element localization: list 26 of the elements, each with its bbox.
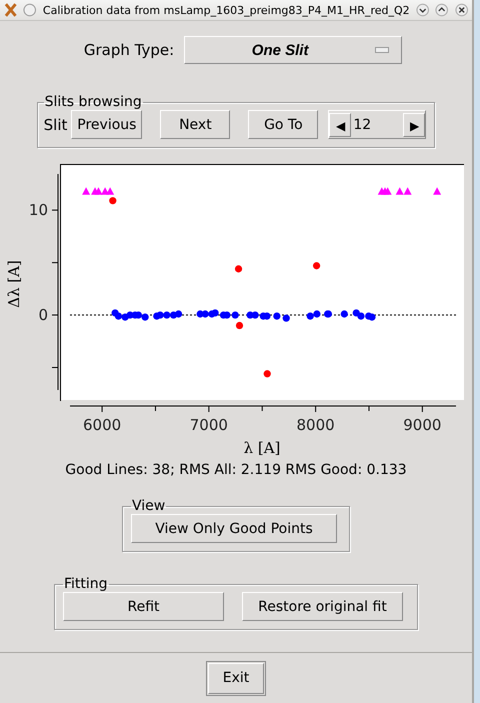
- y-tick-label: 10: [28, 201, 48, 220]
- increment-button[interactable]: ▶: [403, 112, 426, 136]
- slit-label: Slit: [44, 116, 68, 134]
- x-tick-label: 9000: [403, 416, 442, 434]
- next-button[interactable]: Next: [160, 110, 230, 139]
- y-axis-title: Δλ [A]: [5, 260, 23, 308]
- graph-type-dropdown[interactable]: One Slit: [184, 36, 402, 64]
- window-title: Calibration data from msLamp_1603_preimg83_P4_M1_HR_red_Q2: [42, 4, 410, 16]
- group-title: Slits browsing: [44, 94, 143, 110]
- decrement-button[interactable]: ◀: [329, 112, 352, 136]
- group-title: Fitting: [63, 576, 109, 592]
- graph-type-label: Graph Type:: [84, 41, 174, 59]
- x-tick-label: 6000: [83, 416, 122, 434]
- x-tick-label: 7000: [190, 416, 228, 434]
- refit-button[interactable]: Refit: [63, 592, 224, 621]
- x-tick-label: 8000: [296, 416, 335, 434]
- y-tick-label: 0: [38, 306, 48, 324]
- group-title: View: [131, 498, 166, 514]
- go-to-button[interactable]: Go To: [248, 110, 318, 139]
- x-axis-title: λ [A]: [244, 439, 280, 456]
- exit-button[interactable]: Exit: [208, 662, 264, 694]
- view-good-points-button[interactable]: View Only Good Points: [131, 514, 337, 543]
- slit-spinbox[interactable]: ◀ 12 ▶: [328, 110, 426, 139]
- fit-statistics: Good Lines: 38; RMS All: 2.119 RMS Good: 0.133: [65, 462, 407, 478]
- previous-button[interactable]: Previous: [71, 110, 142, 139]
- restore-fit-button[interactable]: Restore original fit: [242, 592, 403, 621]
